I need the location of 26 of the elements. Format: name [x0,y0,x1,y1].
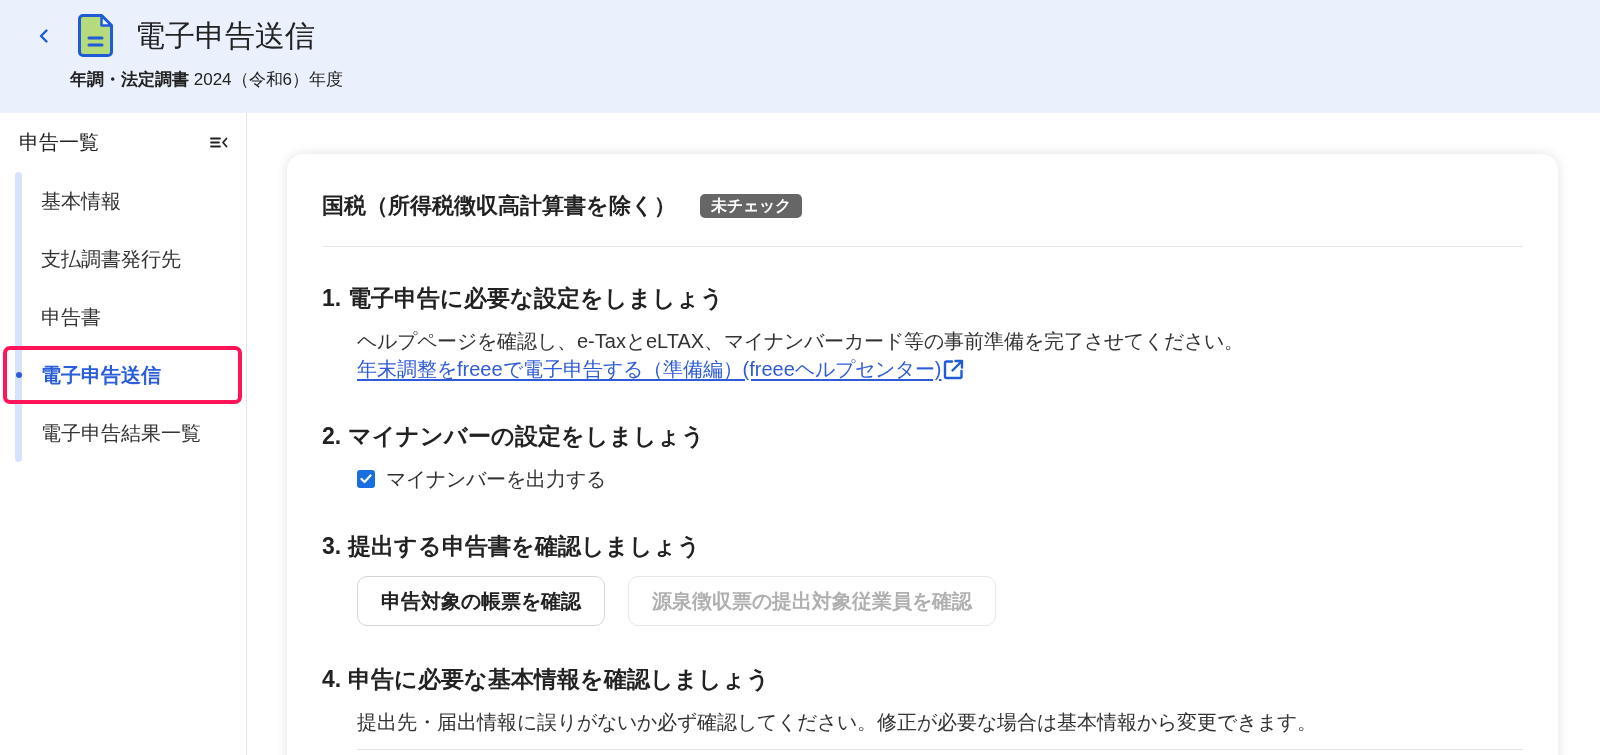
document-icon [78,14,113,57]
checkbox[interactable] [357,470,375,488]
checkmark-icon [360,474,372,484]
back-button[interactable] [39,28,48,43]
action-button[interactable]: 申告対象の帳票を確認 [357,576,605,626]
section-heading: 4. 申告に必要な基本情報を確認しましょう [322,665,770,694]
page-subtitle: 年調・法定調書 2024（令和6）年度 [70,69,343,91]
checkbox-label[interactable]: マイナンバーを出力する [386,465,606,493]
status-badge: 未チェック [700,194,802,218]
help-link[interactable]: 年末調整をfreeeで電子申告する（準備編）(freeeヘルプセンター) [357,355,964,383]
section-heading: 1. 電子申告に必要な設定をしましょう [322,284,724,313]
card-title: 国税（所得税徴収高計算書を除く） [322,192,676,220]
sidebar-item[interactable]: 申告書 [41,303,101,331]
sidebar-item[interactable]: 電子申告結果一覧 [41,419,201,447]
sidebar-title: 申告一覧 [19,130,99,155]
page-title: 電子申告送信 [135,17,315,54]
chevron-left-icon [39,28,48,43]
sidebar-item[interactable]: 電子申告送信 [41,361,161,389]
sidebar-item[interactable]: 基本情報 [41,187,121,215]
collapse-icon[interactable] [210,136,228,148]
sidebar-item[interactable]: 支払調書発行先 [41,245,181,273]
section-description: ヘルプページを確認し、e-TaxとeLTAX、マイナンバーカード等の事前準備を完了させてください。 [357,329,1245,354]
external-link-icon [942,358,964,380]
section-description: 提出先・届出情報に誤りがないか必ず確認してください。修正が必要な場合は基本情報から変更できます。 [357,710,1317,735]
section-heading: 2. マイナンバーの設定をしましょう [322,422,705,451]
section-heading: 3. 提出する申告書を確認しましょう [322,532,701,561]
